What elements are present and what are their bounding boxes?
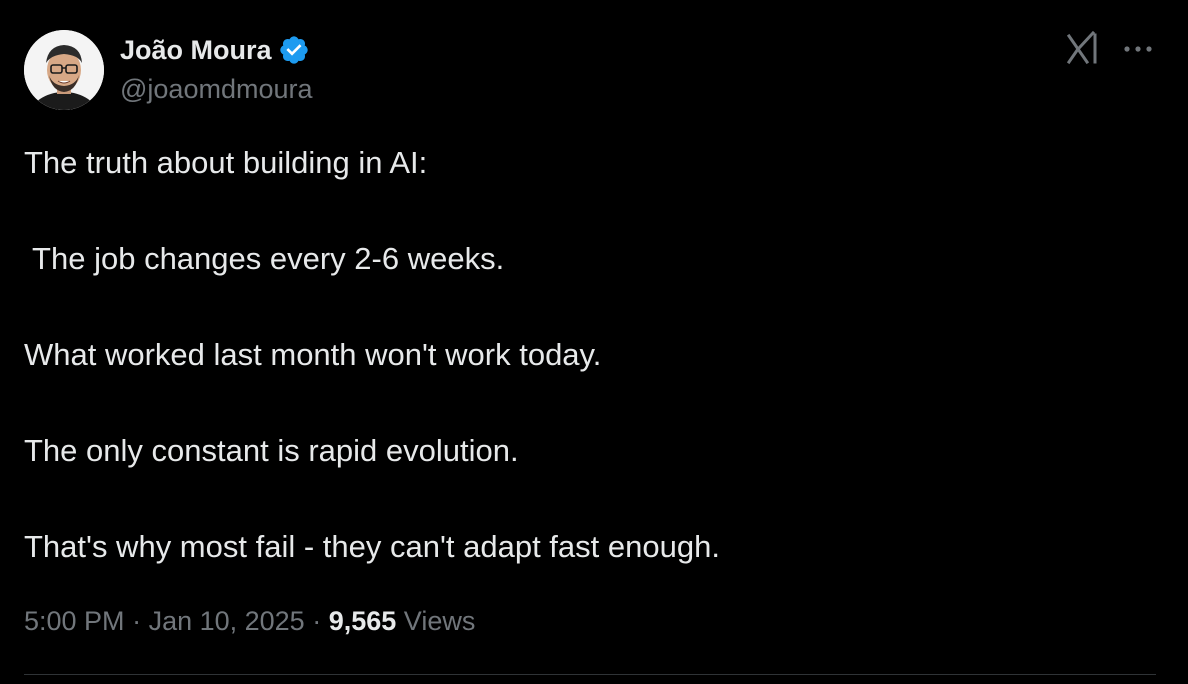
tweet-line: What worked last month won't work today. <box>24 337 602 372</box>
tweet-line: The truth about building in AI: <box>24 145 428 180</box>
verified-badge-icon[interactable] <box>278 34 310 66</box>
avatar[interactable] <box>24 30 104 110</box>
author-row: João Moura <box>120 33 310 67</box>
grok-icon[interactable] <box>1066 31 1102 65</box>
tweet-meta: 5:00 PM · Jan 10, 2025 · 9,565 Views <box>24 606 475 637</box>
author-name[interactable]: João Moura <box>120 35 272 66</box>
tweet-date[interactable]: Jan 10, 2025 <box>149 606 305 636</box>
views-label[interactable]: Views <box>404 606 476 636</box>
tweet-time[interactable]: 5:00 PM <box>24 606 125 636</box>
meta-separator: · <box>124 606 149 636</box>
tweet-line: That's why most fail - they can't adapt … <box>24 529 720 564</box>
views-count[interactable]: 9,565 <box>329 606 397 636</box>
author-handle[interactable]: @joaomdmoura <box>120 74 313 105</box>
meta-separator: · <box>304 606 329 636</box>
divider <box>24 674 1156 675</box>
tweet-line: The only constant is rapid evolution. <box>24 433 519 468</box>
tweet-line: The job changes every 2-6 weeks. <box>24 241 505 276</box>
more-options-icon[interactable] <box>1121 42 1155 56</box>
avatar-image <box>24 30 104 110</box>
tweet-text: The truth about building in AI: The job … <box>24 143 1154 567</box>
